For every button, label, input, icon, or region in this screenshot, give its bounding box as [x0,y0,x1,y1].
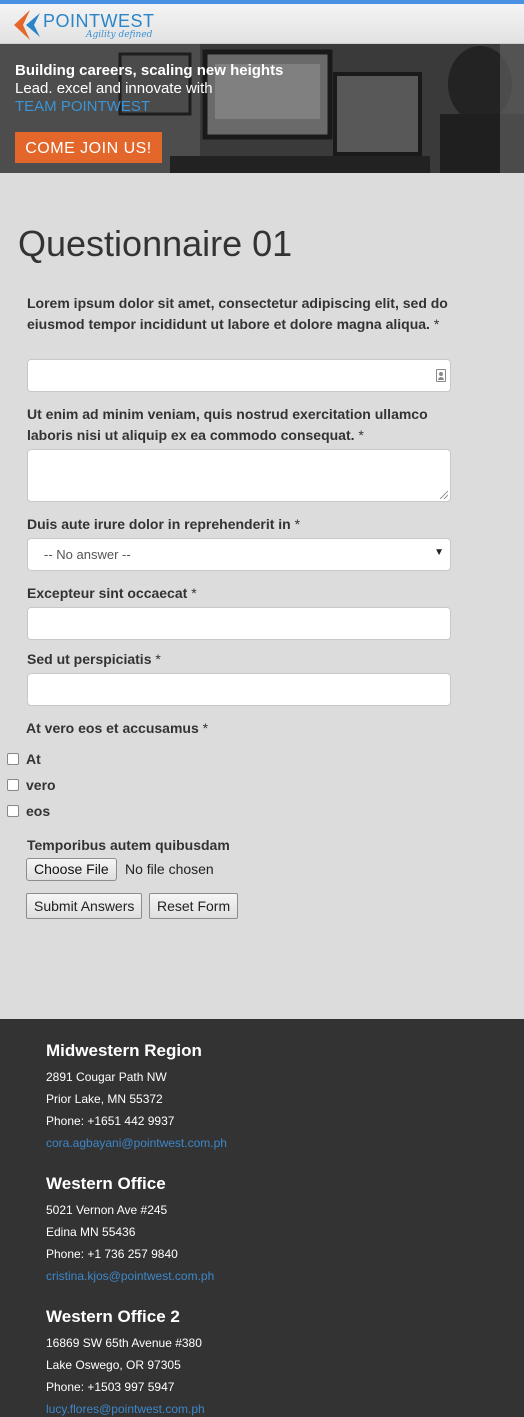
join-us-button[interactable]: COME JOIN US! [15,132,162,163]
office-street: 16869 SW 65th Avenue #380 [46,1336,202,1350]
question-3-select[interactable]: -- No answer -- ▼ [27,538,451,571]
checkbox-label: eos [26,803,51,819]
pointwest-logo-icon[interactable] [12,8,42,42]
checkbox[interactable] [7,805,19,817]
required-marker: * [294,516,301,532]
question-2-textarea[interactable] [27,449,451,502]
questionnaire-form: Questionnaire 01 Lorem ipsum dolor sit a… [0,173,524,1019]
question-7-text: Temporibus autem quibusdam [27,837,230,853]
brand-tagline: Agility defined [86,30,153,40]
file-status: No file chosen [125,861,214,877]
office-city: Edina MN 55436 [46,1225,136,1239]
office-email-link[interactable]: cora.agbayani@pointwest.com.ph [46,1136,227,1150]
required-marker: * [155,651,161,667]
office-phone: Phone: +1651 442 9937 [46,1114,175,1128]
page-title: Questionnaire 01 [18,223,293,264]
question-4-text: Excepteur sint occaecat [27,585,188,601]
checkbox[interactable] [7,753,19,765]
office-midwestern: Midwestern Region 2891 Cougar Path NW Pr… [46,1041,227,1154]
required-marker: * [433,316,440,332]
reset-button[interactable]: Reset Form [149,893,239,919]
office-street: 5021 Vernon Ave #245 [46,1203,168,1217]
question-3-text: Duis aute irure dolor in reprehenderit i… [27,516,291,532]
required-marker: * [202,720,209,736]
brand-name[interactable]: POINTWEST [43,11,155,32]
question-6-label: At vero eos et accusamus * [26,718,451,739]
hero-subtitle: Lead. excel and innovate with [15,80,213,97]
question-1-text: Lorem ipsum dolor sit amet, consectetur … [27,295,448,332]
office-email-link[interactable]: lucy.flores@pointwest.com.ph [46,1402,205,1416]
question-6-text: At vero eos et accusamus [26,720,199,736]
office-city: Prior Lake, MN 55372 [46,1092,163,1106]
checkbox[interactable] [7,779,19,791]
required-marker: * [358,427,364,443]
office-phone: Phone: +1503 997 5947 [46,1380,175,1394]
site-footer: Midwestern Region 2891 Cougar Path NW Pr… [0,1019,524,1417]
office-street: 2891 Cougar Path NW [46,1070,167,1084]
question-3-label: Duis aute irure dolor in reprehenderit i… [27,514,452,535]
question-4-label: Excepteur sint occaecat * [27,583,452,604]
office-phone: Phone: +1 736 257 9840 [46,1247,178,1261]
question-5-input[interactable] [27,673,451,706]
question-4-input[interactable] [27,607,451,640]
question-2-text: Ut enim ad minim veniam, quis nostrud ex… [27,406,428,443]
hero-team-name: TEAM POINTWEST [15,98,150,115]
submit-button[interactable]: Submit Answers [26,893,143,919]
office-western: Western Office 5021 Vernon Ave #245 Edin… [46,1174,214,1287]
checkbox-label: At [26,751,41,767]
site-header: POINTWEST Agility defined [0,4,524,44]
question-7-label: Temporibus autem quibusdam [27,835,452,856]
chevron-down-icon: ▼ [434,547,444,558]
resize-grip-icon[interactable] [440,491,448,499]
question-2-label: Ut enim ad minim veniam, quis nostrud ex… [27,404,452,446]
question-1-label: Lorem ipsum dolor sit amet, consectetur … [27,293,452,335]
required-marker: * [191,585,197,601]
office-western-2: Western Office 2 16869 SW 65th Avenue #3… [46,1307,205,1417]
hero-banner: Building careers, scaling new heights Le… [0,44,524,173]
question-1-input[interactable] [27,359,451,392]
select-selected-value: -- No answer -- [44,547,131,562]
contact-card-icon[interactable] [436,369,446,382]
hero-title: Building careers, scaling new heights [15,62,284,79]
question-5-text: Sed ut perspiciatis [27,651,152,667]
checkbox-label: vero [26,777,56,793]
office-name: Western Office 2 [46,1307,180,1326]
office-email-link[interactable]: cristina.kjos@pointwest.com.ph [46,1269,214,1283]
office-name: Western Office [46,1174,166,1193]
office-city: Lake Oswego, OR 97305 [46,1358,181,1372]
office-name: Midwestern Region [46,1041,202,1060]
choose-file-button[interactable]: Choose File [26,858,117,881]
question-5-label: Sed ut perspiciatis * [27,649,452,670]
